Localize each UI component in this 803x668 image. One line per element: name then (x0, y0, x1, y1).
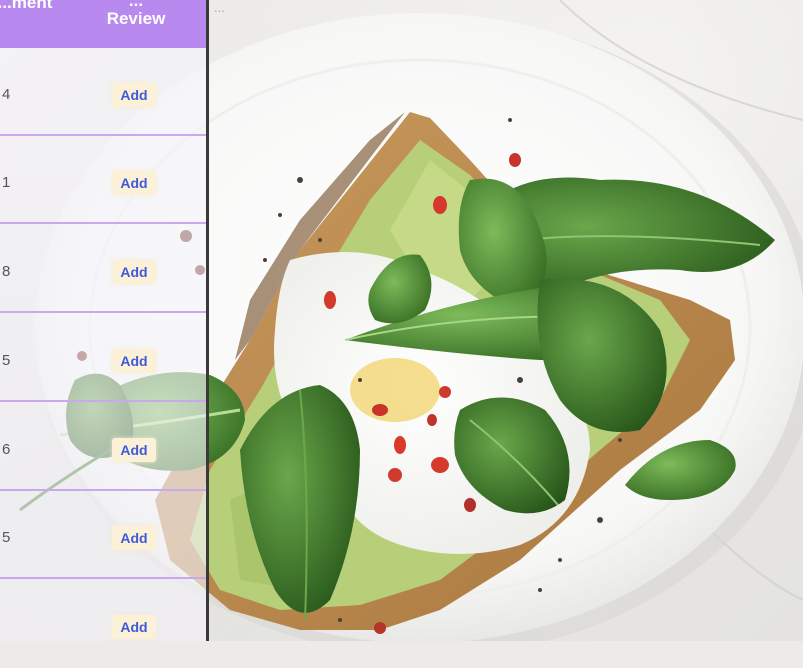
row-count: 8 (2, 263, 11, 280)
add-review-button[interactable]: Add (112, 349, 156, 373)
add-review-button[interactable]: Add (112, 526, 156, 550)
row-count: 4 (2, 86, 11, 103)
header-review-column: ... Review (100, 0, 172, 28)
table-row: 1 Add (0, 136, 206, 224)
table-row: 5 Add (0, 314, 206, 402)
table-header: ...ment ... Review (0, 0, 206, 48)
add-review-button[interactable]: Add (112, 615, 156, 639)
header-review-line2: Review (106, 9, 166, 28)
add-review-button[interactable]: Add (112, 438, 156, 462)
table-row: 6 Add (0, 403, 206, 491)
add-review-button[interactable]: Add (112, 171, 156, 195)
header-comment-column: ...ment (0, 0, 53, 12)
table-row: Add (0, 580, 206, 668)
table-row: 4 Add (0, 48, 206, 136)
table-row: 5 Add (0, 491, 206, 579)
add-review-button[interactable]: Add (112, 260, 156, 284)
add-review-button[interactable]: Add (112, 83, 156, 107)
row-count: 6 (2, 441, 11, 458)
row-count: 5 (2, 352, 11, 369)
row-count: 1 (2, 174, 11, 191)
egg-yolk (350, 358, 440, 422)
review-table-panel: ...ment ... Review 4 Add 1 Add 8 Add 5 A… (0, 0, 209, 641)
table-row: 8 Add (0, 225, 206, 313)
stray-text: ... (214, 0, 225, 15)
row-count: 5 (2, 529, 11, 546)
